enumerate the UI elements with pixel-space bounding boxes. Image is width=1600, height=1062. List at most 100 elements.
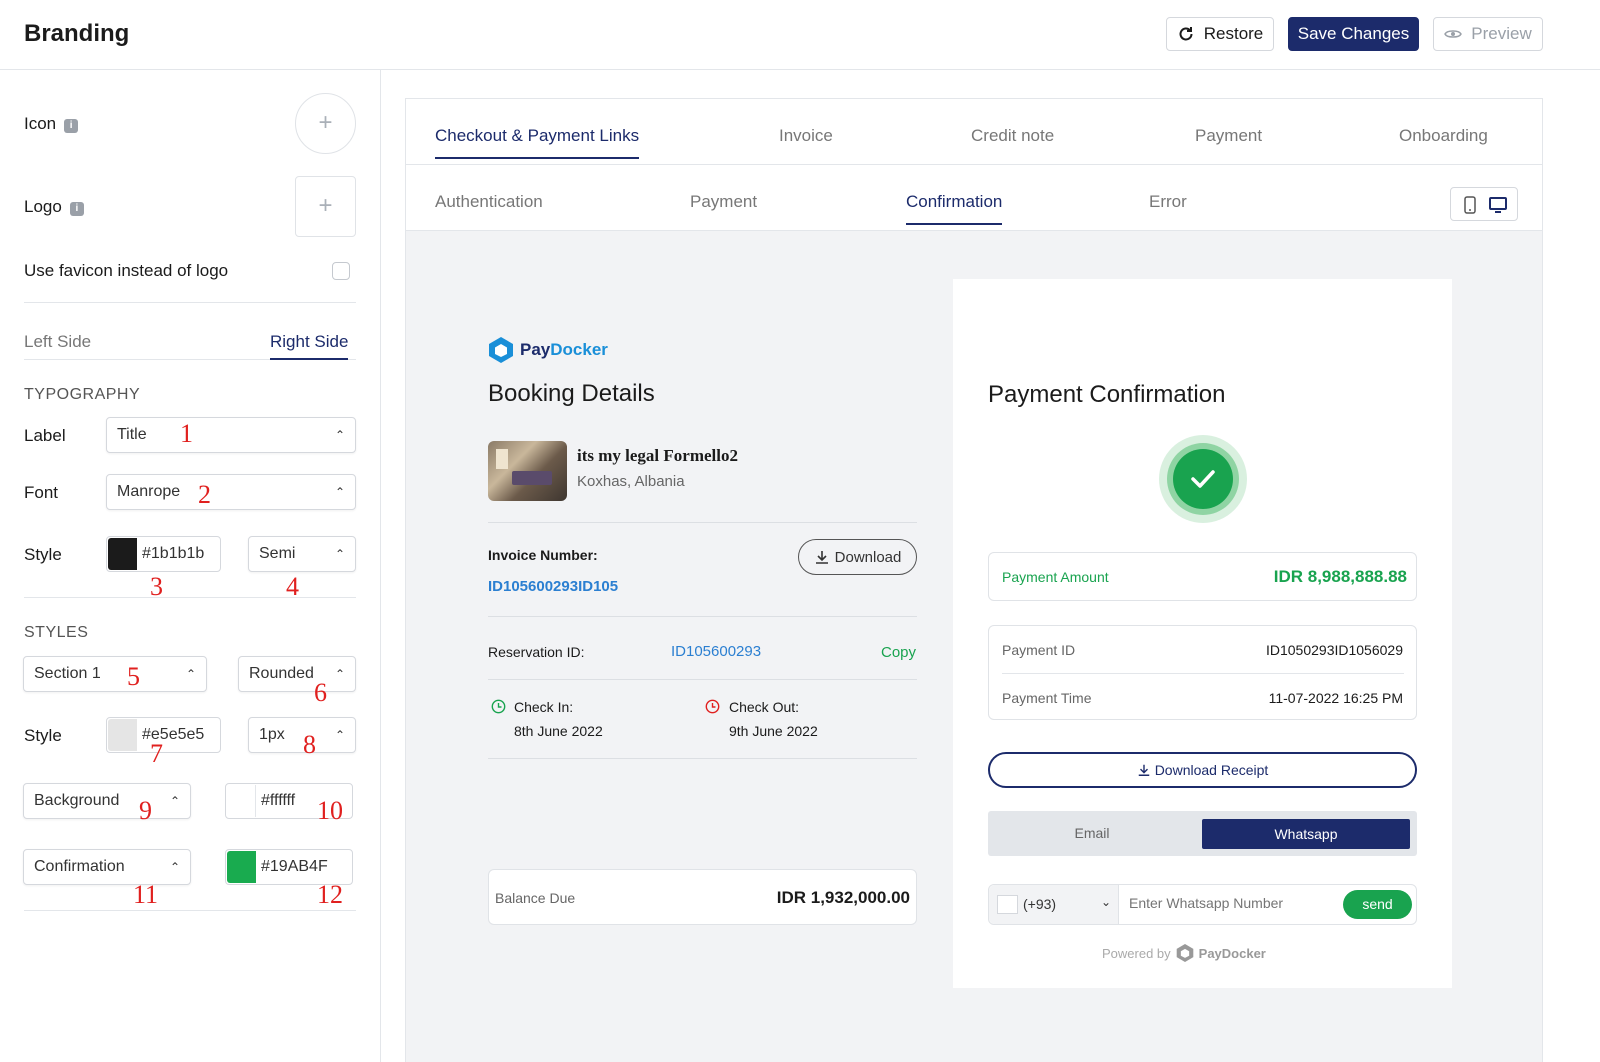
- tab-onboarding[interactable]: Onboarding: [1399, 126, 1488, 146]
- paydocker-logo-icon: [1176, 944, 1193, 962]
- check-in-date: 8th June 2022: [514, 723, 603, 739]
- tab-right-side[interactable]: Right Side: [270, 332, 349, 360]
- font-weight-value: Semi: [259, 545, 296, 562]
- tab-checkout-payment-links[interactable]: Checkout & Payment Links: [435, 126, 640, 159]
- confirmation-select-value: Confirmation: [34, 858, 125, 875]
- border-color-input[interactable]: #e5e5e5: [106, 717, 221, 753]
- payment-time-value: 11-07-2022 16:25 PM: [1268, 690, 1403, 706]
- style-field-label: Style: [24, 545, 62, 564]
- country-code: (+93): [1023, 896, 1057, 912]
- icon-row-label: Icon i: [24, 114, 79, 134]
- branding-sidebar: Icon i + Logo i + Use favicon instead of l…: [0, 70, 381, 1062]
- download-receipt-label: Download Receipt: [1154, 762, 1269, 778]
- label-select[interactable]: Title ⌃: [106, 417, 356, 453]
- divider: [488, 679, 917, 680]
- icon-upload-button[interactable]: +: [295, 93, 356, 154]
- label-field-label: Label: [24, 426, 66, 445]
- text-color-input[interactable]: #1b1b1b: [106, 536, 221, 572]
- tab-authentication[interactable]: Authentication: [435, 192, 543, 212]
- paydocker-logo: Pay Docker: [488, 336, 608, 364]
- background-select[interactable]: Background ⌃: [23, 783, 191, 819]
- tab-invoice[interactable]: Invoice: [779, 126, 833, 146]
- confirmation-select[interactable]: Confirmation ⌃: [23, 849, 191, 885]
- payment-id-label: Payment ID: [1002, 642, 1076, 658]
- annotation-number: 11: [133, 880, 159, 909]
- corner-style-select[interactable]: Rounded ⌃: [238, 656, 356, 692]
- font-weight-select[interactable]: Semi ⌃: [248, 536, 356, 572]
- border-width-value: 1px: [259, 726, 285, 743]
- payment-confirmation-heading: Payment Confirmation: [988, 381, 1226, 408]
- device-toggle[interactable]: [1450, 187, 1518, 221]
- property-name: its my legal Formello2: [577, 446, 738, 465]
- font-field-label: Font: [24, 483, 59, 502]
- send-button[interactable]: send: [1343, 890, 1412, 919]
- logo-row-label: Logo i: [24, 197, 84, 217]
- background-color-value: #ffffff: [261, 792, 296, 809]
- sub-tabs: Authentication Payment Confirmation Erro…: [406, 165, 1542, 231]
- property-image: [488, 441, 567, 501]
- property-location: Koxhas, Albania: [577, 473, 685, 490]
- font-select[interactable]: Manrope ⌃: [106, 474, 356, 510]
- download-receipt-button[interactable]: Download Receipt: [988, 752, 1417, 788]
- divider: [24, 910, 356, 911]
- tab-left-side[interactable]: Left Side: [24, 332, 91, 352]
- divider: [488, 616, 917, 617]
- chevron-down-icon: ⌄: [1101, 895, 1112, 909]
- mobile-icon[interactable]: [1464, 196, 1476, 214]
- payment-id-value: ID1050293ID1056029: [1265, 642, 1403, 658]
- share-whatsapp-tab[interactable]: Whatsapp: [1202, 819, 1410, 849]
- corner-style-value: Rounded: [249, 665, 314, 682]
- paydocker-logo-icon: [489, 337, 513, 363]
- info-icon: i: [64, 119, 79, 133]
- top-bar: Branding Restore Save Changes Preview: [0, 0, 1600, 70]
- annotation-number: 10: [317, 796, 343, 825]
- divider: [1002, 673, 1404, 674]
- copy-button[interactable]: Copy: [881, 644, 916, 661]
- favicon-label: Use favicon instead of logo: [24, 261, 229, 280]
- section-select-value: Section 1: [34, 665, 101, 682]
- annotation-number: 1: [180, 419, 193, 448]
- clock-icon: [491, 699, 506, 714]
- save-changes-button[interactable]: Save Changes: [1288, 17, 1419, 51]
- tab-payment-step[interactable]: Payment: [690, 192, 757, 212]
- powered-by-brand: PayDocker: [1198, 945, 1266, 961]
- text-color-swatch[interactable]: [108, 538, 137, 570]
- page-title: Branding: [24, 20, 130, 47]
- logo-upload-button[interactable]: +: [295, 176, 356, 237]
- plus-icon: +: [318, 109, 333, 136]
- desktop-icon[interactable]: [1489, 197, 1507, 213]
- border-color-swatch[interactable]: [108, 719, 137, 751]
- whatsapp-input-group: (+93) ⌄ send: [988, 884, 1417, 925]
- tab-credit-note[interactable]: Credit note: [971, 126, 1054, 146]
- share-email-tab[interactable]: Email: [988, 811, 1196, 856]
- typography-title: TYPOGRAPHY: [24, 386, 141, 403]
- annotation-number: 2: [198, 480, 211, 509]
- label-select-value: Title: [117, 426, 147, 443]
- tab-confirmation[interactable]: Confirmation: [906, 192, 1003, 225]
- section-select[interactable]: Section 1 ⌃: [23, 656, 207, 692]
- border-width-select[interactable]: 1px ⌃: [248, 717, 356, 753]
- confirmation-color-swatch[interactable]: [227, 851, 256, 883]
- main-tabs: Checkout & Payment Links Invoice Credit …: [406, 99, 1542, 165]
- side-tabs: Left Side Right Side: [24, 330, 356, 360]
- payment-amount-label: Payment Amount: [1002, 569, 1109, 585]
- restore-button[interactable]: Restore: [1166, 17, 1274, 51]
- country-code-select[interactable]: (+93) ⌄: [989, 885, 1119, 924]
- whatsapp-number-input[interactable]: [1129, 895, 1329, 911]
- tab-payment[interactable]: Payment: [1195, 126, 1262, 146]
- payment-time-label: Payment Time: [1002, 690, 1092, 706]
- annotation-number: 12: [317, 880, 343, 909]
- invoice-number[interactable]: ID105600293ID105: [488, 578, 618, 595]
- background-color-swatch[interactable]: [227, 785, 256, 817]
- divider: [24, 597, 356, 598]
- download-invoice-button[interactable]: Download: [798, 539, 917, 575]
- check-in-label: Check In:: [514, 699, 574, 715]
- favicon-checkbox[interactable]: [332, 262, 350, 280]
- chevron-up-down-icon: ⌃: [334, 547, 345, 561]
- download-icon: [1138, 764, 1149, 776]
- check-out-label: Check Out:: [729, 699, 800, 715]
- preview-button[interactable]: Preview: [1433, 17, 1543, 51]
- restore-label: Restore: [1203, 24, 1264, 43]
- chevron-up-down-icon: ⌃: [169, 794, 180, 808]
- tab-error[interactable]: Error: [1149, 192, 1187, 212]
